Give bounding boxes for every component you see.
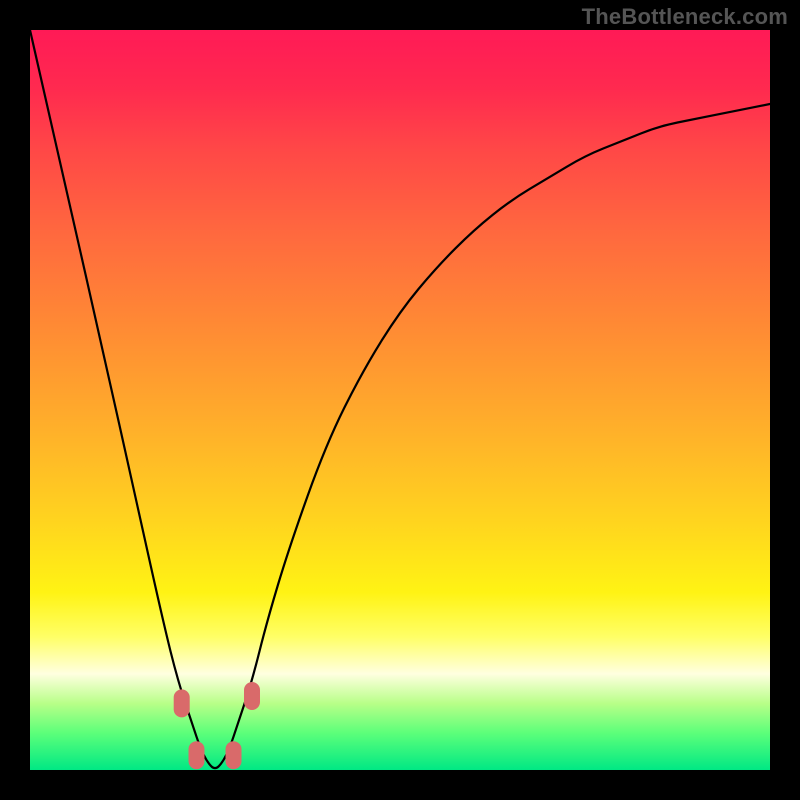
bottleneck-curve-svg [30,30,770,770]
chart-frame: TheBottleneck.com [0,0,800,800]
curve-marker [174,689,190,717]
bottleneck-curve-path [30,30,770,768]
watermark-text: TheBottleneck.com [582,4,788,30]
curve-marker [226,741,242,769]
curve-marker [189,741,205,769]
curve-marker [244,682,260,710]
plot-area [30,30,770,770]
